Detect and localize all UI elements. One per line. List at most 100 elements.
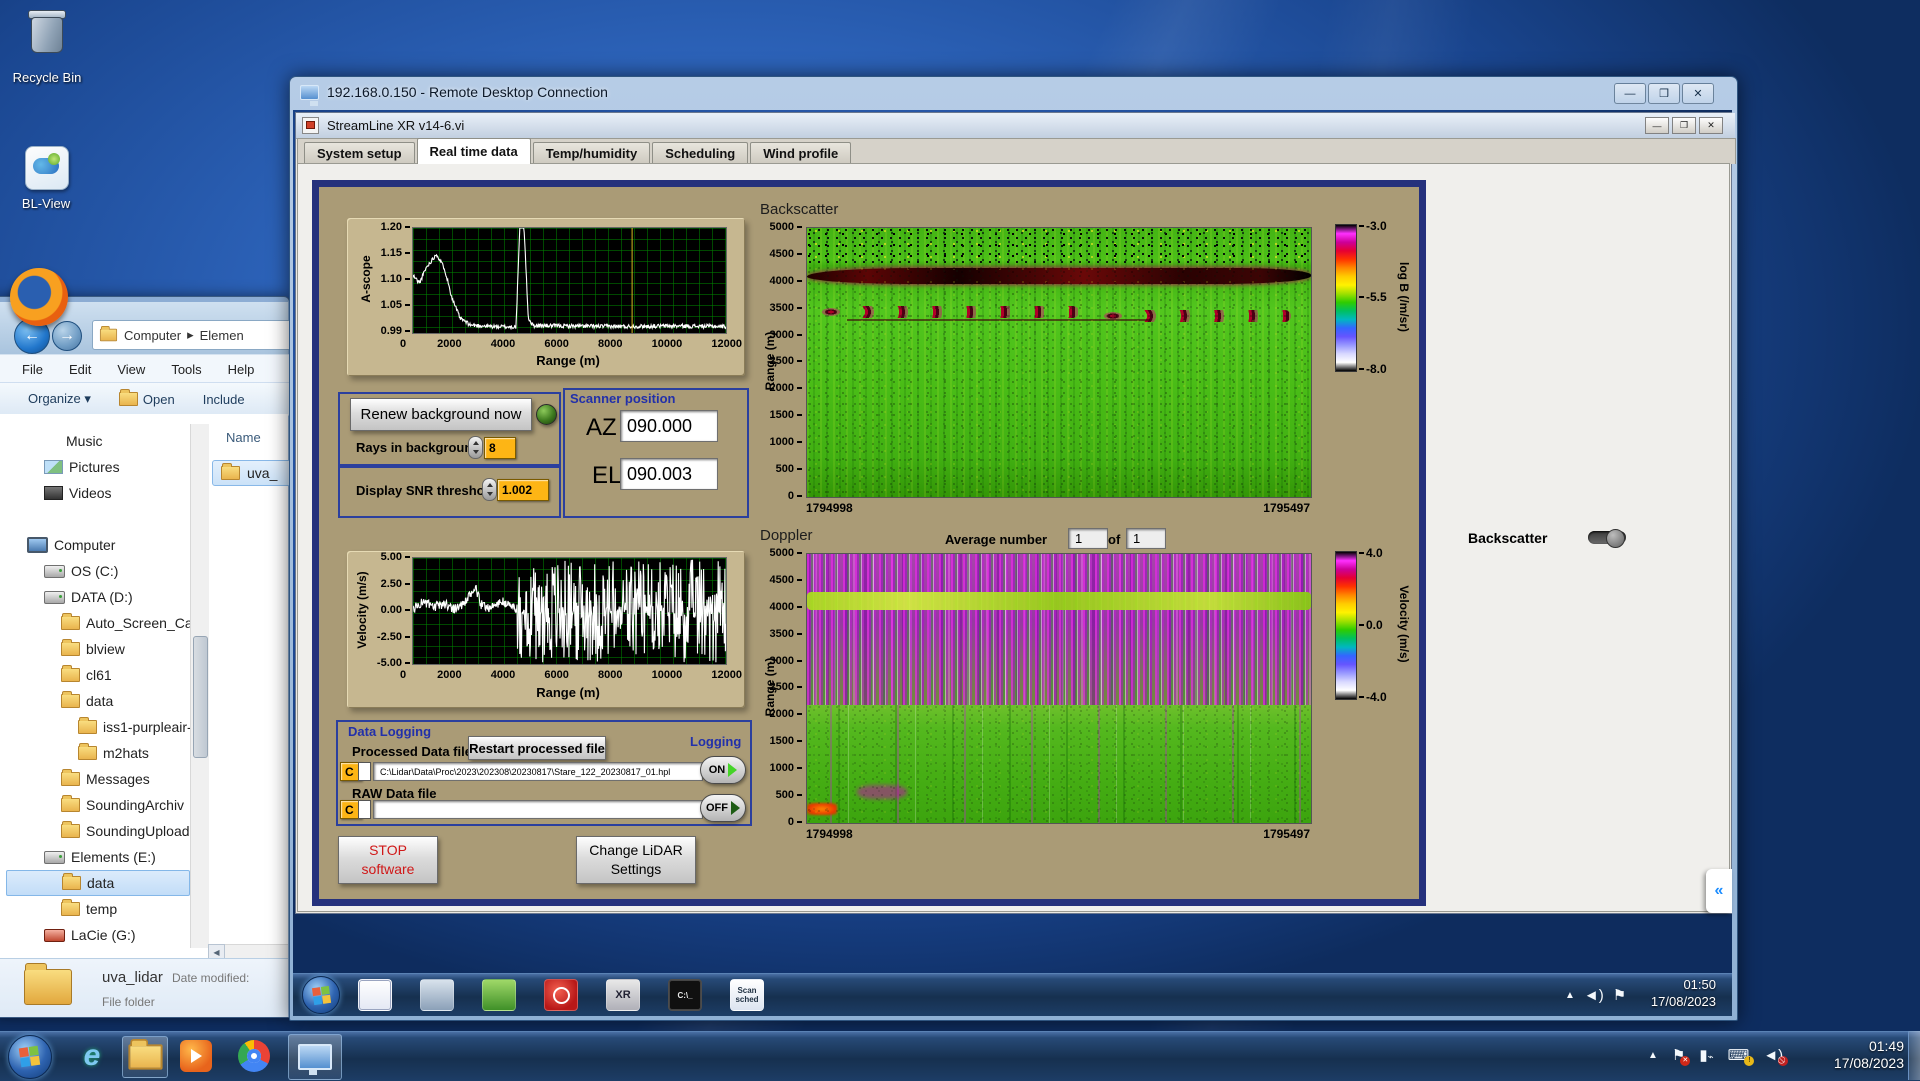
tree-item[interactable]: Pictures <box>6 454 190 480</box>
include-button[interactable]: Include <box>203 392 245 407</box>
remote-clock[interactable]: 01:50 17/08/2023 <box>1636 976 1716 1010</box>
taskbar-ie-icon[interactable]: e <box>70 1036 114 1076</box>
tree-item[interactable]: Videos <box>6 480 190 506</box>
teamviewer-panel-tab[interactable]: « <box>1706 869 1732 913</box>
tree-item[interactable]: LaCie (G:) <box>6 922 190 948</box>
horizontal-scrollbar[interactable]: ◀ <box>208 944 288 960</box>
rays-spinner[interactable] <box>468 436 483 459</box>
processed-path-browse-icon[interactable] <box>358 762 371 781</box>
menu-item[interactable]: View <box>117 362 145 377</box>
raw-path-field[interactable] <box>373 800 703 819</box>
rdp-titlebar[interactable]: 192.168.0.150 - Remote Desktop Connectio… <box>300 84 608 106</box>
tree-item[interactable]: SoundingUpload <box>6 818 190 844</box>
tree-item[interactable]: Auto_Screen_Ca <box>6 610 190 636</box>
tree-item[interactable]: Computer <box>6 532 190 558</box>
taskbar-chrome-icon[interactable] <box>232 1036 276 1076</box>
tree-item[interactable]: m2hats <box>6 740 190 766</box>
tree-item[interactable]: blview <box>6 636 190 662</box>
tab[interactable]: Temp/humidity <box>532 142 651 164</box>
tree-item[interactable]: Music <box>6 428 190 454</box>
remote-taskbar-icon[interactable] <box>544 979 578 1011</box>
tree-item[interactable]: Messages <box>6 766 190 792</box>
streamline-restore-button[interactable]: ❒ <box>1672 117 1696 134</box>
tree-item[interactable]: data <box>6 688 190 714</box>
tree-vertical-scrollbar[interactable] <box>190 424 209 948</box>
scrollbar-thumb[interactable] <box>193 636 208 758</box>
power-battery-icon[interactable]: ▮⌁ <box>1699 1046 1713 1064</box>
tree-item[interactable]: iss1-purpleair- <box>6 714 190 740</box>
stop-software-button[interactable]: STOP software <box>338 836 438 884</box>
remote-taskbar-icon[interactable] <box>420 979 454 1011</box>
rays-value-field[interactable]: 8 <box>484 437 516 459</box>
show-desktop-button[interactable] <box>1908 1031 1920 1080</box>
tree-item-label: Elements (E:) <box>71 849 156 865</box>
streamline-minimize-button[interactable]: — <box>1645 117 1669 134</box>
renew-background-button[interactable]: Renew background now <box>350 398 532 431</box>
processed-logging-on-switch[interactable]: ON <box>700 756 746 784</box>
remote-start-button[interactable] <box>302 976 340 1014</box>
tree-item[interactable]: cl61 <box>6 662 190 688</box>
streamline-close-button[interactable]: ✕ <box>1699 117 1723 134</box>
tree-item[interactable]: OS (C:) <box>6 558 190 584</box>
taskbar-explorer-icon[interactable] <box>122 1036 168 1078</box>
backscatter-doppler-toggle[interactable] <box>1588 529 1626 548</box>
tab[interactable]: Scheduling <box>652 142 749 164</box>
menu-item[interactable]: Edit <box>69 362 91 377</box>
volume-muted-icon[interactable]: ◄)⃠ <box>1763 1047 1789 1066</box>
processed-path-field[interactable]: C:\Lidar\Data\Proc\2023\202308\20230817\… <box>373 762 703 781</box>
organize-button[interactable]: Organize ▾ <box>28 391 91 407</box>
tab[interactable]: Wind profile <box>750 142 852 164</box>
taskbar-rdp-icon[interactable] <box>288 1034 342 1080</box>
network-icon[interactable]: ⌨! <box>1728 1046 1755 1066</box>
menu-item[interactable]: Help <box>228 362 255 377</box>
remote-taskbar-icon[interactable] <box>482 979 516 1011</box>
action-center-icon[interactable]: ⚑ ✕ <box>1672 1046 1691 1066</box>
tree-item[interactable]: temp <box>6 896 190 922</box>
remote-taskbar-icon[interactable]: C:\_ <box>668 979 702 1011</box>
taskbar-media-player-icon[interactable] <box>174 1036 218 1076</box>
breadcrumb-computer[interactable]: Computer <box>124 328 181 343</box>
el-value-field[interactable]: 090.003 <box>620 458 718 490</box>
rdp-close-button[interactable]: ✕ <box>1682 83 1714 104</box>
streamline-titlebar[interactable]: StreamLine XR v14-6.vi <box>296 113 1735 139</box>
average-number-field[interactable]: 1 <box>1068 528 1108 549</box>
rdp-minimize-button[interactable]: — <box>1614 83 1646 104</box>
remote-taskbar-icon[interactable] <box>358 979 392 1011</box>
az-value-field[interactable]: 090.000 <box>620 410 718 442</box>
tree-item[interactable]: SoundingArchiv <box>6 792 190 818</box>
name-column-header[interactable]: Name <box>226 430 261 445</box>
change-lidar-settings-button[interactable]: Change LiDAR Settings <box>576 836 696 884</box>
tree-item[interactable]: DATA (D:) <box>6 584 190 610</box>
remote-tray-expand-icon[interactable]: ▲ <box>1565 990 1575 1001</box>
snr-spinner[interactable] <box>482 478 497 501</box>
tree-item[interactable]: Elements (E:) <box>6 844 190 870</box>
renew-led-indicator <box>536 404 557 425</box>
snr-value-field[interactable]: 1.002 <box>497 479 549 501</box>
start-button[interactable] <box>8 1035 52 1079</box>
remote-flag-icon[interactable]: ⚑ <box>1613 986 1626 1004</box>
restart-processed-file-button[interactable]: Restart processed file <box>468 736 606 760</box>
firefox-icon[interactable] <box>10 268 68 326</box>
open-button[interactable]: Open <box>118 389 175 407</box>
breadcrumb-elements[interactable]: Elemen <box>200 328 244 343</box>
rdp-maximize-button[interactable]: ❒ <box>1648 83 1680 104</box>
average-of-field[interactable]: 1 <box>1126 528 1166 549</box>
menu-item[interactable]: Tools <box>171 362 201 377</box>
backscatter-colorbar <box>1335 224 1357 372</box>
tab[interactable]: Real time data <box>416 138 531 164</box>
tab[interactable]: System setup <box>304 142 415 164</box>
menu-item[interactable]: File <box>22 362 43 377</box>
breadcrumb[interactable]: Computer ▸ Elemen <box>92 320 296 350</box>
forward-button[interactable]: → <box>52 321 82 351</box>
file-item-uva[interactable]: uva_ <box>212 460 292 486</box>
raw-path-browse-icon[interactable] <box>358 800 371 819</box>
tree-item-icon <box>78 743 97 760</box>
raw-logging-off-switch[interactable]: OFF <box>700 794 746 822</box>
taskbar-clock[interactable]: 01:49 17/08/2023 <box>1812 1038 1904 1072</box>
tree-item[interactable]: data <box>6 870 190 896</box>
tray-expand-icon[interactable]: ▲ <box>1648 1050 1658 1061</box>
remote-taskbar-icon[interactable] <box>792 979 824 1009</box>
remote-volume-icon[interactable]: ◄) <box>1584 987 1604 1004</box>
remote-taskbar-icon[interactable]: Scan sched <box>730 979 764 1011</box>
remote-taskbar-icon[interactable]: XR <box>606 979 640 1011</box>
